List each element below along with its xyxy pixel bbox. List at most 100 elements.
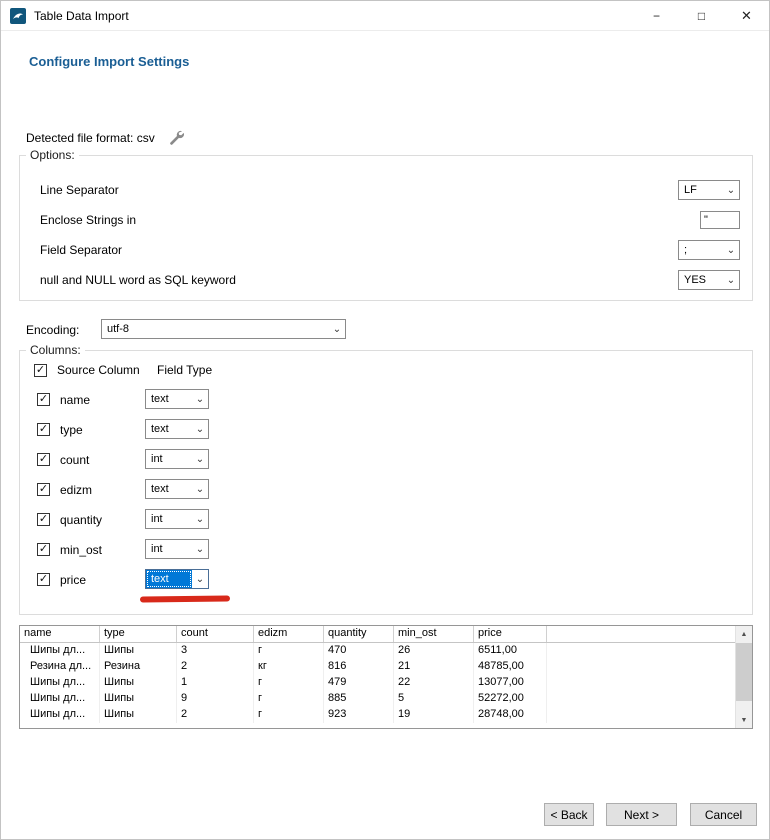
next-button[interactable]: Next > xyxy=(606,803,677,826)
check-icon: ✓ xyxy=(36,365,45,376)
enclose-strings-input[interactable] xyxy=(700,211,740,229)
minimize-button[interactable]: − xyxy=(634,1,679,31)
column-label: edizm xyxy=(60,483,92,497)
maximize-button[interactable]: □ xyxy=(679,1,724,31)
column-checkbox-count[interactable]: ✓ xyxy=(37,453,50,466)
check-icon: ✓ xyxy=(39,424,48,435)
option-row-null-keyword: null and NULL word as SQL keyword YES ⌄ xyxy=(20,270,752,290)
field-type-select-price[interactable]: text ⌄ xyxy=(145,569,209,589)
scroll-up-button[interactable]: ▲ xyxy=(736,626,752,642)
column-label: type xyxy=(60,423,83,437)
table-row[interactable]: Резина дл... Резина 2 кг 816 21 48785,00 xyxy=(20,659,752,675)
column-checkbox-edizm[interactable]: ✓ xyxy=(37,483,50,496)
table-cell: г xyxy=(254,675,324,691)
table-row[interactable]: Шипы дл... Шипы 2 г 923 19 28748,00 xyxy=(20,707,752,723)
check-icon: ✓ xyxy=(39,574,48,585)
field-type-select-quantity[interactable]: int ⌄ xyxy=(145,509,209,529)
field-separator-value: ; xyxy=(679,241,723,259)
field-type-value: int xyxy=(146,540,192,558)
check-icon: ✓ xyxy=(39,544,48,555)
app-icon xyxy=(10,8,26,24)
line-separator-label: Line Separator xyxy=(40,183,119,197)
window-controls: − □ ✕ xyxy=(634,1,769,31)
field-type-value: int xyxy=(146,450,192,468)
title-bar: Table Data Import − □ ✕ xyxy=(1,1,769,31)
column-row-edizm: ✓ edizm text ⌄ xyxy=(20,479,752,501)
table-cell-filler xyxy=(547,659,752,675)
table-cell: 1 xyxy=(177,675,254,691)
arrow-up-icon: ▲ xyxy=(741,631,748,638)
encoding-select[interactable]: utf-8 ⌄ xyxy=(101,319,346,339)
field-type-value: text xyxy=(146,420,192,438)
columns-legend: Columns: xyxy=(26,343,85,357)
table-cell: 52272,00 xyxy=(474,691,547,707)
check-icon: ✓ xyxy=(39,394,48,405)
column-row-type: ✓ type text ⌄ xyxy=(20,419,752,441)
table-cell: Шипы дл... xyxy=(20,691,100,707)
column-checkbox-quantity[interactable]: ✓ xyxy=(37,513,50,526)
vertical-scrollbar[interactable]: ▲ ▼ xyxy=(735,626,752,728)
field-type-select-type[interactable]: text ⌄ xyxy=(145,419,209,439)
column-checkbox-type[interactable]: ✓ xyxy=(37,423,50,436)
field-type-value: text xyxy=(146,480,192,498)
field-type-select-count[interactable]: int ⌄ xyxy=(145,449,209,469)
field-type-value: text xyxy=(146,570,192,588)
table-cell: 2 xyxy=(177,659,254,675)
chevron-down-icon: ⌄ xyxy=(192,390,208,408)
table-header-cell[interactable]: price xyxy=(474,626,547,642)
table-header-cell[interactable]: type xyxy=(100,626,177,642)
options-legend: Options: xyxy=(26,148,79,162)
table-cell: г xyxy=(254,707,324,723)
field-separator-select[interactable]: ; ⌄ xyxy=(678,240,740,260)
table-cell: 3 xyxy=(177,643,254,659)
field-type-select-min-ost[interactable]: int ⌄ xyxy=(145,539,209,559)
table-cell-filler xyxy=(547,675,752,691)
table-header-cell[interactable]: min_ost xyxy=(394,626,474,642)
column-checkbox-name[interactable]: ✓ xyxy=(37,393,50,406)
chevron-down-icon: ⌄ xyxy=(192,510,208,528)
back-button[interactable]: < Back xyxy=(544,803,594,826)
scroll-thumb[interactable] xyxy=(736,643,752,701)
column-checkbox-price[interactable]: ✓ xyxy=(37,573,50,586)
table-cell: 48785,00 xyxy=(474,659,547,675)
line-separator-select[interactable]: LF ⌄ xyxy=(678,180,740,200)
table-header-cell[interactable]: count xyxy=(177,626,254,642)
window-title: Table Data Import xyxy=(34,9,129,23)
column-row-quantity: ✓ quantity int ⌄ xyxy=(20,509,752,531)
field-type-select-edizm[interactable]: text ⌄ xyxy=(145,479,209,499)
wrench-icon[interactable] xyxy=(167,129,184,146)
column-label: min_ost xyxy=(60,543,102,557)
table-row[interactable]: Шипы дл... Шипы 1 г 479 22 13077,00 xyxy=(20,675,752,691)
field-type-select-name[interactable]: text ⌄ xyxy=(145,389,209,409)
table-header-row: name type count edizm quantity min_ost p… xyxy=(20,626,752,643)
table-header-cell[interactable]: edizm xyxy=(254,626,324,642)
chevron-down-icon: ⌄ xyxy=(192,420,208,438)
table-cell: Шипы дл... xyxy=(20,643,100,659)
table-row[interactable]: Шипы дл... Шипы 3 г 470 26 6511,00 xyxy=(20,643,752,659)
field-type-value: text xyxy=(146,390,192,408)
table-cell: Шипы xyxy=(100,707,177,723)
table-cell-filler xyxy=(547,691,752,707)
scroll-down-button[interactable]: ▼ xyxy=(736,712,752,728)
table-cell: г xyxy=(254,643,324,659)
table-data-import-window: Table Data Import − □ ✕ Configure Import… xyxy=(0,0,770,840)
detected-format-label: Detected file format: csv xyxy=(26,131,155,145)
columns-group: Columns: ✓ Source Column Field Type ✓ na… xyxy=(19,350,753,615)
table-cell: 816 xyxy=(324,659,394,675)
table-cell: 9 xyxy=(177,691,254,707)
chevron-down-icon: ⌄ xyxy=(192,570,208,588)
table-cell: 923 xyxy=(324,707,394,723)
table-header-cell[interactable]: quantity xyxy=(324,626,394,642)
chevron-down-icon: ⌄ xyxy=(723,241,739,259)
null-keyword-select[interactable]: YES ⌄ xyxy=(678,270,740,290)
encoding-label: Encoding: xyxy=(26,323,79,337)
chevron-down-icon: ⌄ xyxy=(723,181,739,199)
close-button[interactable]: ✕ xyxy=(724,1,769,31)
cancel-button[interactable]: Cancel xyxy=(690,803,757,826)
column-checkbox-min-ost[interactable]: ✓ xyxy=(37,543,50,556)
table-row[interactable]: Шипы дл... Шипы 9 г 885 5 52272,00 xyxy=(20,691,752,707)
arrow-down-icon: ▼ xyxy=(741,717,748,724)
table-header-cell[interactable]: name xyxy=(20,626,100,642)
select-all-checkbox[interactable]: ✓ xyxy=(34,364,47,377)
page-title: Configure Import Settings xyxy=(29,54,189,69)
